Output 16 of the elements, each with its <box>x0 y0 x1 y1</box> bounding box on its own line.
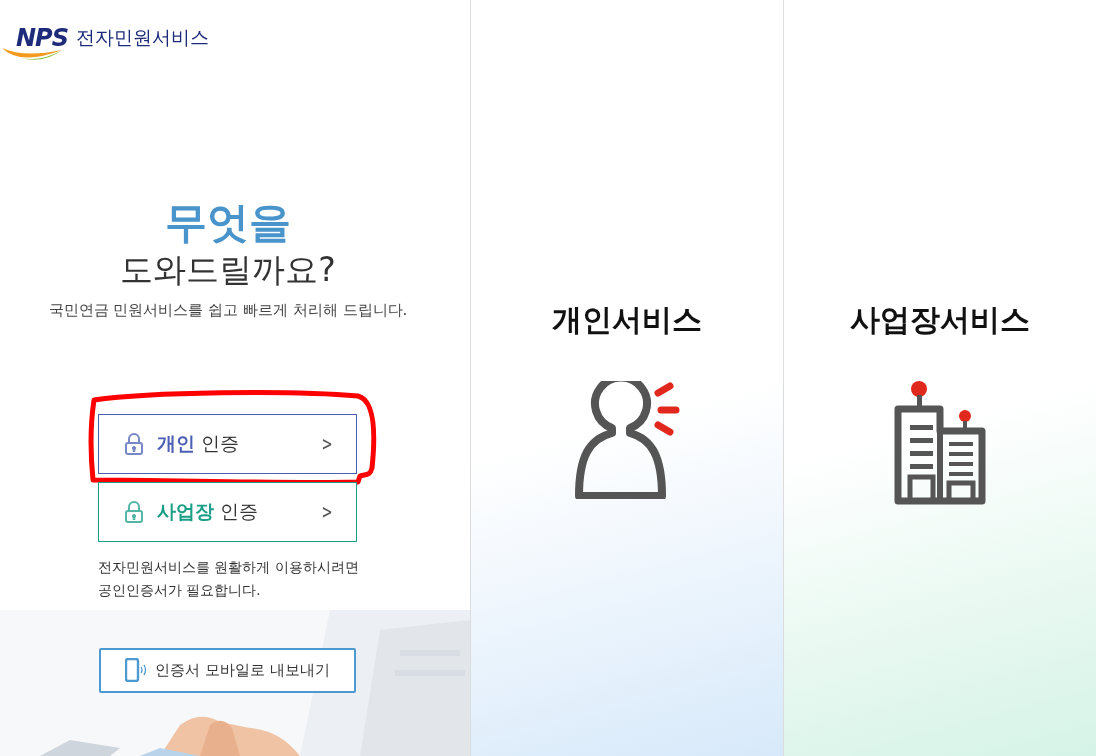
phone-icon <box>125 658 148 683</box>
logo-title: 전자민원서비스 <box>75 25 209 50</box>
service-panel[interactable]: 개인서비스 <box>471 0 784 756</box>
auth-button[interactable]: 개인 인증 > <box>98 413 357 474</box>
auth-button[interactable]: 사업장 인증 > <box>98 481 357 542</box>
service-title[interactable]: 사업장서비스 <box>850 300 1030 341</box>
heading: 무엇을 <box>164 198 292 249</box>
export-button[interactable]: 인증서 모바일로 내보내기 <box>99 647 356 693</box>
person-icon <box>572 381 682 499</box>
lock-icon <box>123 431 145 456</box>
subheading: 도와드릴까요? <box>119 249 337 292</box>
description: 국민연금 민원서비스를 쉽고 빠르게 처리해 드립니다. <box>47 300 409 320</box>
notice-text: 전자민원서비스를 원활하게 이용하시려면 공인인증서가 필요합니다. <box>98 557 360 600</box>
lock-icon <box>123 499 145 524</box>
service-title[interactable]: 개인서비스 <box>552 300 702 341</box>
logo-mark: NPS <box>16 24 68 52</box>
